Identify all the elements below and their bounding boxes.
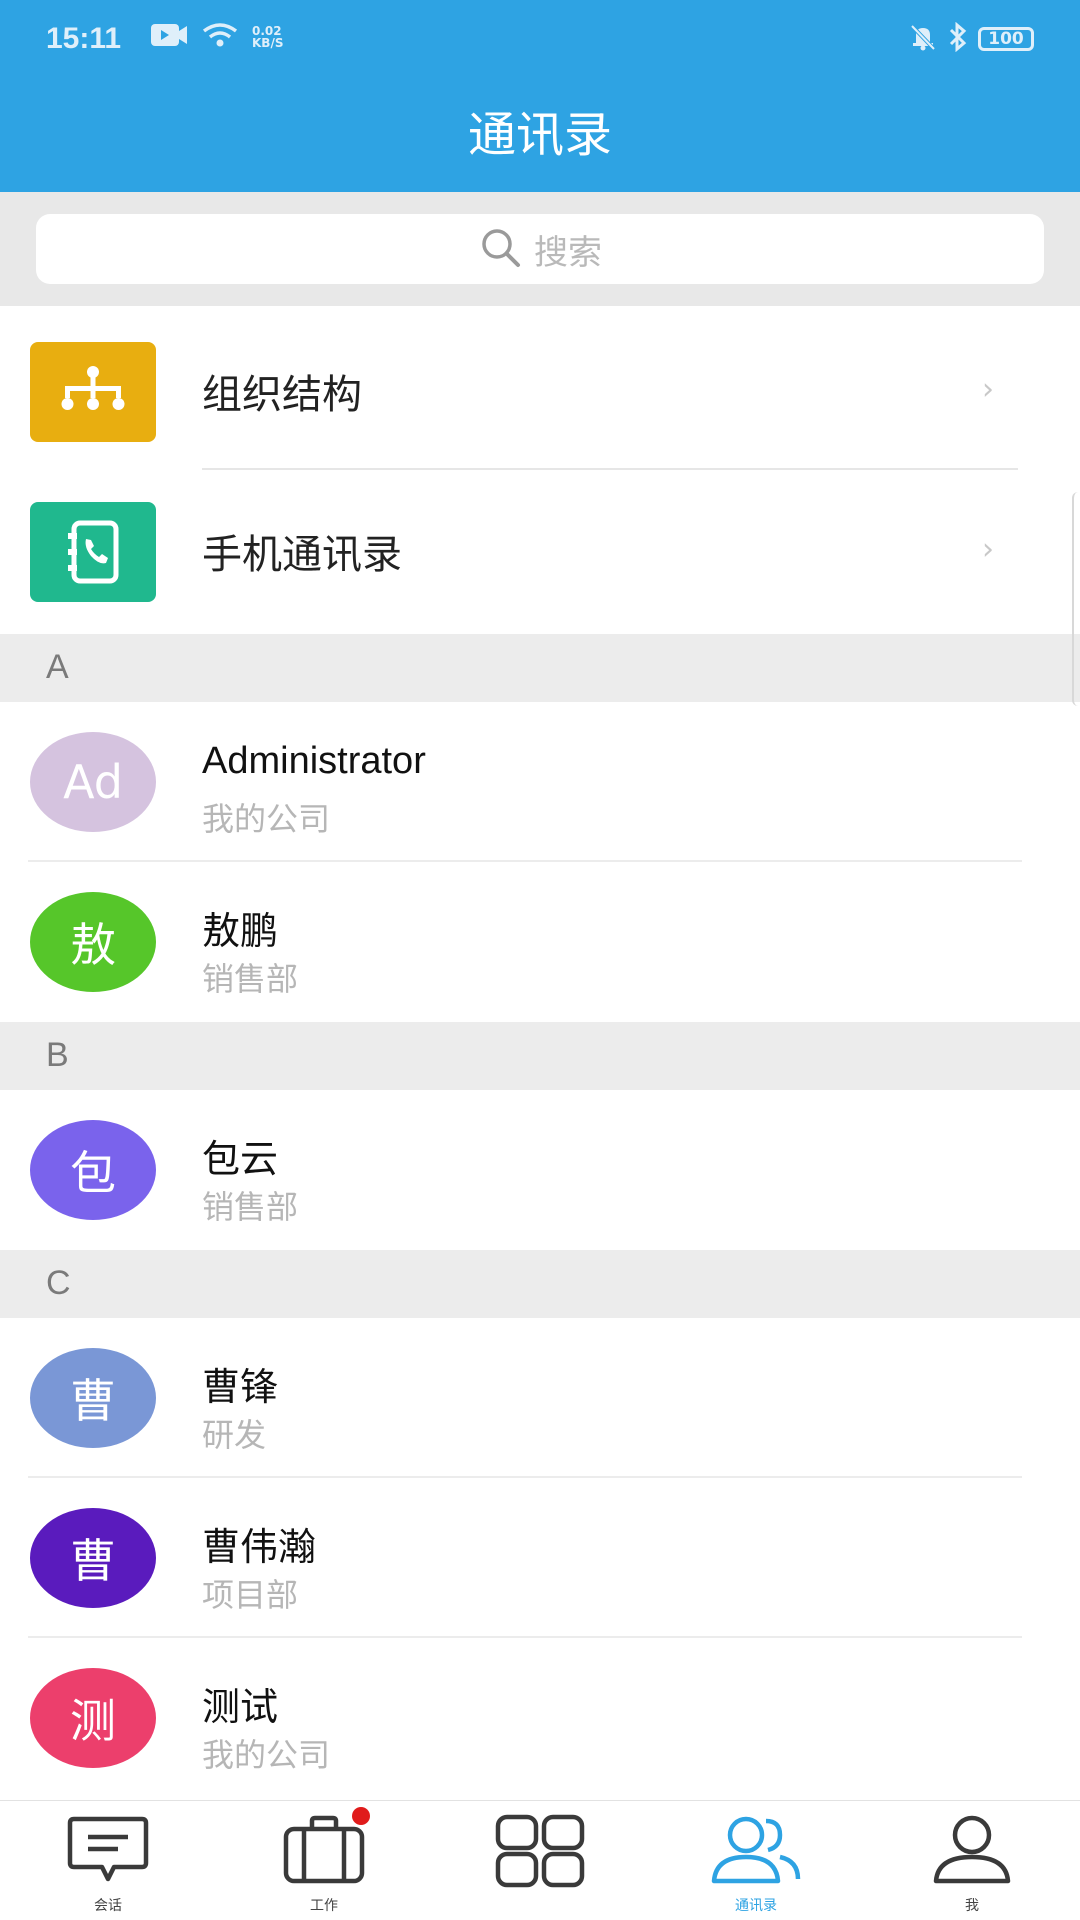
- search-placeholder: 搜索: [534, 232, 602, 273]
- tab-chat[interactable]: 会话: [0, 1801, 216, 1920]
- speed-unit: KB/S: [252, 36, 284, 50]
- contact-item[interactable]: 包 包云 销售部: [0, 1090, 1080, 1250]
- search-icon: [478, 225, 522, 273]
- message-icon: [66, 1813, 150, 1891]
- org-structure-entry[interactable]: 组织结构 ›: [0, 310, 1080, 472]
- contact-dept: 研发: [202, 1416, 267, 1454]
- phone-book-label: 手机通讯录: [202, 532, 402, 578]
- phone-book-icon: [30, 502, 156, 602]
- contact-item[interactable]: 曹 曹锋 研发: [0, 1318, 1080, 1478]
- app-header: 15:11 0.02 KB/S 100 通讯录: [0, 0, 1080, 192]
- contact-item[interactable]: 曹 曹伟瀚 项目部: [0, 1478, 1080, 1638]
- section-header-c: C: [0, 1250, 1080, 1318]
- section-letter: B: [46, 1036, 69, 1074]
- section-letter: C: [46, 1264, 71, 1302]
- status-icons-right: 100: [908, 21, 1034, 56]
- network-speed: 0.02 KB/S: [252, 25, 283, 49]
- avatar: Ad: [30, 732, 156, 832]
- contact-name: 敖鹏: [202, 909, 279, 953]
- status-bar: 15:11 0.02 KB/S 100: [0, 0, 1080, 80]
- status-time: 15:11: [46, 22, 122, 55]
- app-root: 15:11 0.02 KB/S 100 通讯录 搜索 组织结构 › 手机通讯录 …: [0, 0, 1080, 1920]
- tab-label: 我: [965, 1898, 979, 1914]
- contacts-icon: [708, 1813, 804, 1891]
- contact-item[interactable]: Ad Administrator 我的公司: [0, 702, 1080, 862]
- avatar: 曹: [30, 1508, 156, 1608]
- org-structure-label: 组织结构: [202, 372, 362, 418]
- org-structure-icon: [30, 342, 156, 442]
- contact-name: 测试: [202, 1685, 279, 1729]
- section-header-a: A: [0, 634, 1080, 702]
- phone-book-entry[interactable]: 手机通讯录 ›: [0, 470, 1080, 632]
- briefcase-icon: [282, 1813, 366, 1891]
- profile-icon: [930, 1813, 1014, 1891]
- avatar: 测: [30, 1668, 156, 1768]
- avatar: 敖: [30, 892, 156, 992]
- contact-dept: 销售部: [202, 960, 299, 998]
- bottom-tab-bar: 会话 工作 通讯录 我: [0, 1800, 1080, 1920]
- status-icons-left: 0.02 KB/S: [150, 22, 283, 52]
- tab-me[interactable]: 我: [864, 1801, 1080, 1920]
- tab-contacts[interactable]: 通讯录: [648, 1801, 864, 1920]
- wifi-icon: [202, 22, 238, 52]
- chevron-right-icon: ›: [982, 372, 994, 407]
- contact-name: 曹伟瀚: [202, 1525, 317, 1569]
- search-area: 搜索: [0, 192, 1080, 306]
- contact-name: Administrator: [202, 740, 426, 782]
- avatar: 包: [30, 1120, 156, 1220]
- contact-name: 曹锋: [202, 1365, 279, 1409]
- tab-label: 通讯录: [735, 1898, 777, 1914]
- tab-apps[interactable]: [432, 1801, 648, 1920]
- video-notification-icon: [150, 22, 188, 52]
- contact-dept: 项目部: [202, 1576, 299, 1614]
- contact-dept: 我的公司: [202, 1736, 331, 1774]
- contact-item[interactable]: 敖 敖鹏 销售部: [0, 862, 1080, 1022]
- contact-dept: 我的公司: [202, 800, 331, 838]
- tab-label: 会话: [94, 1898, 122, 1914]
- tab-work[interactable]: 工作: [216, 1801, 432, 1920]
- contact-dept: 销售部: [202, 1188, 299, 1226]
- contact-name: 包云: [202, 1137, 279, 1181]
- apps-grid-icon: [494, 1813, 586, 1893]
- page-title: 通讯录: [467, 107, 612, 163]
- bluetooth-icon: [948, 21, 968, 56]
- tab-label: 工作: [310, 1898, 338, 1914]
- scrollbar[interactable]: [1072, 492, 1080, 706]
- section-header-b: B: [0, 1022, 1080, 1090]
- avatar: 曹: [30, 1348, 156, 1448]
- battery-indicator: 100: [978, 27, 1034, 51]
- contact-item[interactable]: 测 测试 我的公司: [0, 1638, 1080, 1798]
- search-input[interactable]: 搜索: [36, 214, 1044, 284]
- section-letter: A: [46, 648, 69, 686]
- chevron-right-icon: ›: [982, 532, 994, 567]
- notification-badge: [352, 1807, 370, 1825]
- mute-bell-icon: [908, 22, 938, 56]
